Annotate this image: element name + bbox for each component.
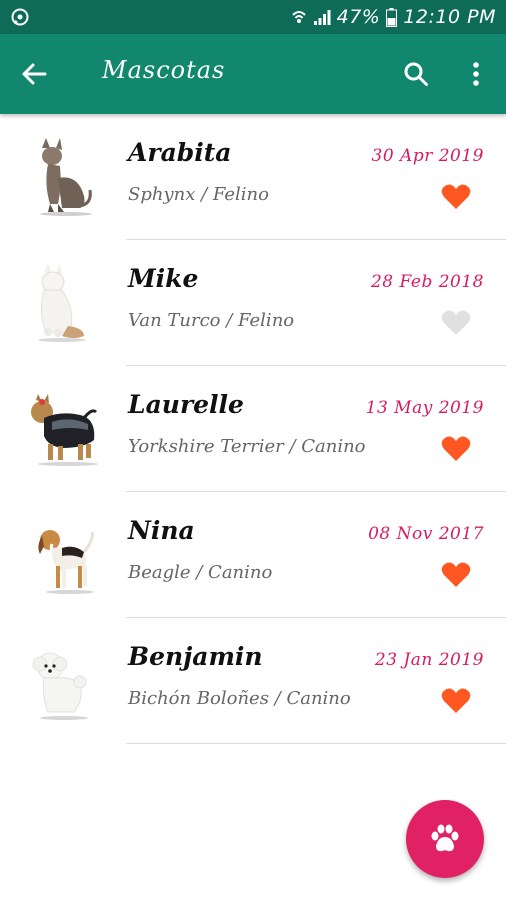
heart-icon bbox=[441, 688, 471, 713]
pet-row-arabita[interactable]: Arabita Sphynx / Felino 30 Apr 2019 bbox=[0, 114, 506, 240]
pet-name: Mike bbox=[128, 264, 199, 293]
favorite-button[interactable] bbox=[438, 556, 474, 592]
pet-breed: Bichón Boloñes / Canino bbox=[128, 688, 351, 709]
back-arrow-icon bbox=[22, 63, 47, 85]
status-icons: 47% 12:10 PM bbox=[291, 4, 496, 30]
pet-breed: Yorkshire Terrier / Canino bbox=[128, 436, 366, 457]
heart-icon bbox=[441, 184, 471, 209]
bichon-dog-photo bbox=[22, 638, 102, 722]
pet-date: 23 Jan 2019 bbox=[374, 650, 484, 670]
back-button[interactable] bbox=[14, 54, 54, 94]
battery-percent: 47% bbox=[336, 6, 381, 28]
beagle-dog-photo bbox=[22, 512, 102, 596]
pet-row-nina[interactable]: Nina Beagle / Canino 08 Nov 2017 bbox=[0, 492, 506, 618]
clock: 12:10 PM bbox=[403, 6, 496, 28]
whatsapp-icon bbox=[10, 8, 30, 26]
battery-icon bbox=[386, 7, 398, 27]
pet-list: Arabita Sphynx / Felino 30 Apr 2019 Mike bbox=[0, 114, 506, 744]
pet-breed: Beagle / Canino bbox=[128, 562, 273, 583]
pet-breed: Sphynx / Felino bbox=[128, 184, 269, 205]
pet-date: 08 Nov 2017 bbox=[368, 524, 484, 544]
search-icon bbox=[404, 62, 428, 86]
row-divider bbox=[126, 743, 506, 744]
pet-row-mike[interactable]: Mike Van Turco / Felino 28 Feb 2018 bbox=[0, 240, 506, 366]
pet-breed: Van Turco / Felino bbox=[128, 310, 295, 331]
sphynx-cat-photo bbox=[22, 134, 102, 218]
yorkshire-dog-photo bbox=[22, 386, 102, 470]
pet-name: Benjamin bbox=[128, 642, 263, 671]
status-bar: 47% 12:10 PM bbox=[0, 0, 506, 34]
favorite-button[interactable] bbox=[438, 430, 474, 466]
add-pet-fab[interactable] bbox=[406, 800, 484, 878]
more-vert-icon bbox=[473, 62, 479, 86]
pet-name: Arabita bbox=[128, 138, 232, 167]
wifi-icon bbox=[291, 8, 307, 26]
heart-icon bbox=[441, 310, 471, 335]
heart-icon bbox=[441, 436, 471, 461]
app-bar: Mascotas bbox=[0, 34, 506, 114]
pet-row-benjamin[interactable]: Benjamin Bichón Boloñes / Canino 23 Jan … bbox=[0, 618, 506, 744]
pet-date: 13 May 2019 bbox=[365, 398, 484, 418]
pet-name: Nina bbox=[128, 516, 195, 545]
pet-name: Laurelle bbox=[128, 390, 244, 419]
search-button[interactable] bbox=[396, 54, 436, 94]
pet-row-laurelle[interactable]: Laurelle Yorkshire Terrier / Canino 13 M… bbox=[0, 366, 506, 492]
signal-icon bbox=[313, 8, 331, 26]
favorite-button[interactable] bbox=[438, 178, 474, 214]
paw-icon bbox=[431, 824, 459, 852]
favorite-button[interactable] bbox=[438, 304, 474, 340]
heart-icon bbox=[441, 562, 471, 587]
pet-date: 28 Feb 2018 bbox=[370, 272, 484, 292]
white-cat-photo bbox=[22, 260, 102, 344]
overflow-menu-button[interactable] bbox=[456, 54, 496, 94]
pet-date: 30 Apr 2019 bbox=[371, 146, 484, 166]
page-title: Mascotas bbox=[102, 56, 226, 84]
favorite-button[interactable] bbox=[438, 682, 474, 718]
